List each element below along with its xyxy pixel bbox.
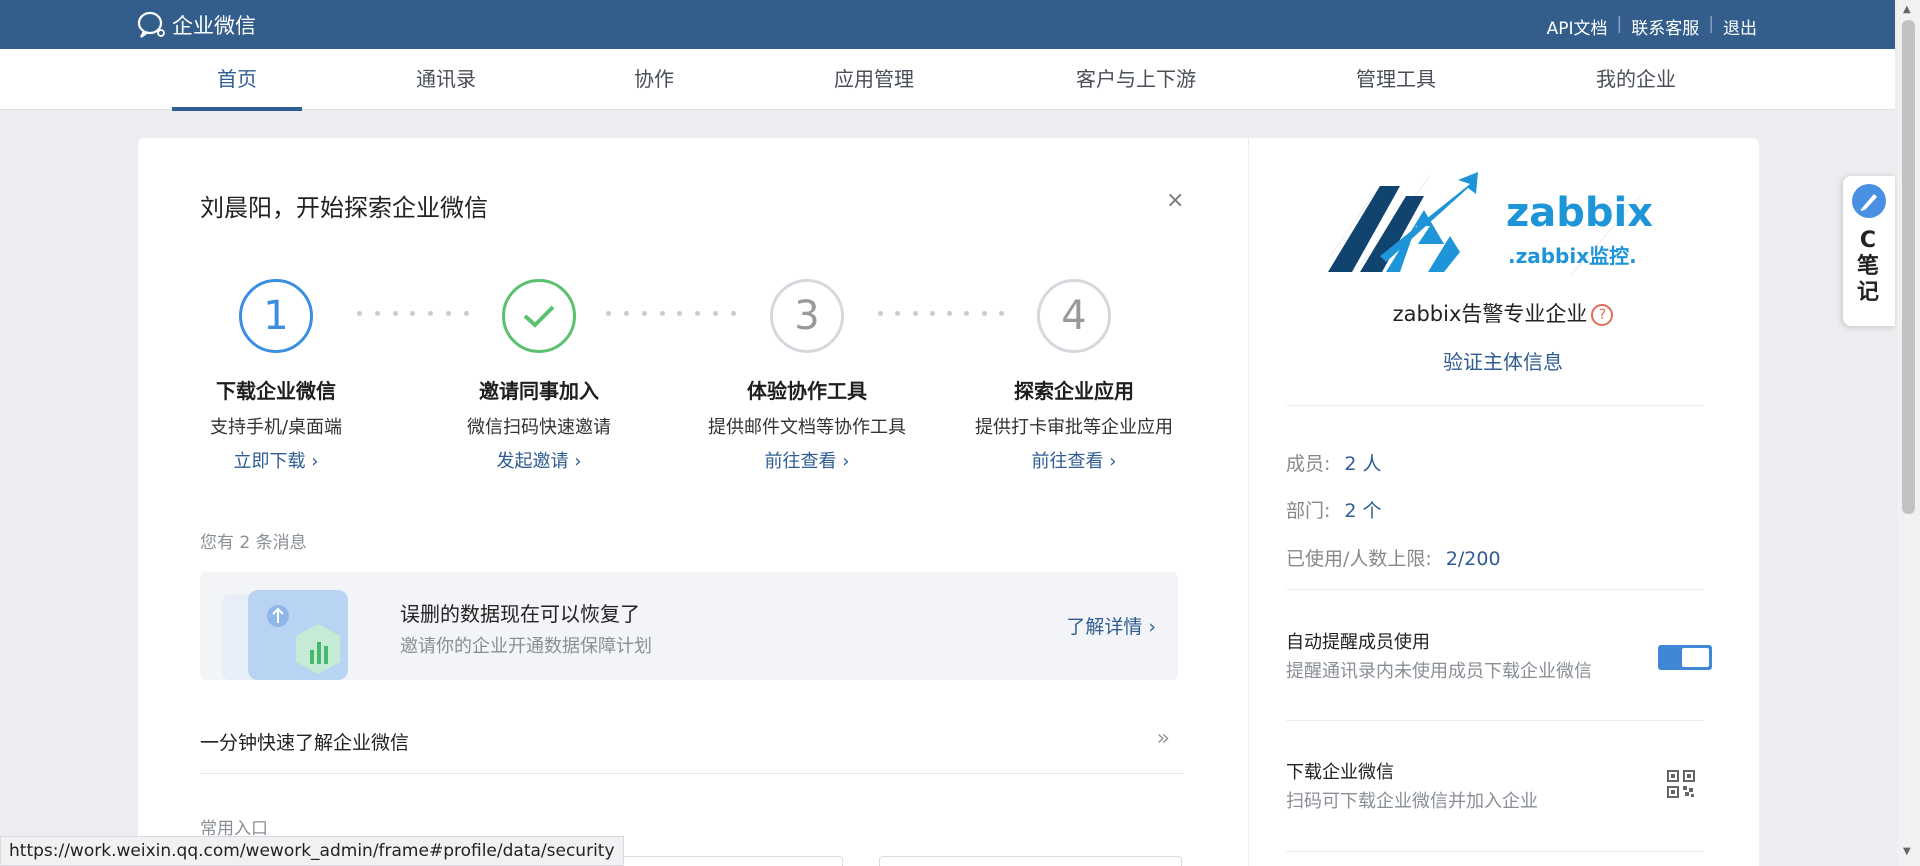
step-download: 1 下载企业微信 支持手机/桌面端 立即下载 › [156, 279, 396, 473]
api-docs-link[interactable]: API文档 [1547, 14, 1608, 39]
department-count: 部门: 2 个 [1286, 496, 1382, 523]
scroll-up-arrow-icon[interactable]: ▲ [1903, 4, 1911, 15]
top-links: API文档 | 联系客服 | 退出 [1547, 14, 1757, 39]
step-invite: 邀请同事加入 微信扫码快速邀请 发起邀请 › [419, 279, 659, 473]
step-4-circle: 4 [1037, 279, 1111, 353]
logout-link[interactable]: 退出 [1723, 14, 1757, 39]
step-title: 探索企业应用 [1014, 379, 1134, 403]
scroll-down-arrow-icon[interactable]: ▼ [1903, 846, 1911, 857]
wework-logo[interactable]: 企业微信 [136, 10, 256, 40]
step-explore-apps: 4 探索企业应用 提供打卡审批等企业应用 前往查看 › [954, 279, 1194, 473]
usage-limit: 已使用/人数上限: 2/200 [1286, 544, 1501, 571]
logo-text: 企业微信 [172, 14, 256, 38]
page-scrollbar[interactable]: ▲ ▼ [1897, 0, 1920, 866]
learn-more-link[interactable]: 了解详情 › [1066, 612, 1156, 639]
step-3-circle: 3 [770, 279, 844, 353]
banner-subtitle: 邀请你的企业开通数据保障计划 [400, 636, 652, 657]
tab-collaboration[interactable]: 协作 [604, 49, 704, 110]
tab-home[interactable]: 首页 [172, 49, 302, 111]
panel-divider [1248, 138, 1249, 866]
step-desc: 微信扫码快速邀请 [467, 417, 611, 438]
data-recovery-banner[interactable]: 误删的数据现在可以恢复了 邀请你的企业开通数据保障计划 了解详情 › [200, 572, 1178, 680]
step-link-label: 前往查看 [1031, 451, 1104, 472]
toggle-knob [1682, 648, 1709, 667]
banner-title: 误删的数据现在可以恢复了 [400, 602, 640, 626]
logo-brand: zabbix [1506, 190, 1654, 236]
auto-remind-toggle[interactable] [1658, 645, 1712, 670]
link-separator: | [1708, 14, 1714, 34]
chevron-right-icon: › [842, 451, 850, 472]
qr-code-icon[interactable] [1667, 770, 1695, 798]
intro-video-row[interactable]: 一分钟快速了解企业微信 » [200, 712, 1184, 774]
chat-bubble-icon [137, 11, 165, 38]
notes-icon [1852, 184, 1886, 218]
message-count: 您有 2 条消息 [200, 533, 307, 553]
step-collab-tools: 3 体验协作工具 提供邮件文档等协作工具 前往查看 › [687, 279, 927, 473]
c-notes-widget[interactable]: C笔记 [1843, 176, 1895, 326]
browser-status-bar: https://work.weixin.qq.com/wework_admin/… [0, 836, 624, 866]
download-now-link[interactable]: 立即下载 › [156, 447, 396, 473]
feather-pen-icon [1860, 194, 1877, 211]
tab-my-enterprise[interactable]: 我的企业 [1576, 49, 1696, 110]
stat-label: 成员: [1286, 453, 1331, 475]
divider [1286, 720, 1704, 721]
stat-label: 已使用/人数上限: [1286, 548, 1432, 570]
close-icon[interactable]: × [1166, 188, 1184, 213]
help-icon[interactable]: ? [1591, 304, 1614, 326]
view-collab-link[interactable]: 前往查看 › [687, 447, 927, 473]
step-desc: 提供邮件文档等协作工具 [708, 417, 906, 438]
step-2-circle [502, 279, 576, 353]
view-apps-link[interactable]: 前往查看 › [954, 447, 1194, 473]
stat-value[interactable]: 2 人 [1344, 453, 1381, 475]
scrollbar-thumb[interactable] [1902, 20, 1915, 514]
tab-customers[interactable]: 客户与上下游 [1058, 49, 1214, 110]
step-title: 下载企业微信 [216, 379, 336, 403]
step-link-label: 立即下载 [233, 451, 306, 472]
checkmark-icon [523, 305, 555, 328]
member-count: 成员: 2 人 [1286, 449, 1382, 476]
double-chevron-right-icon: » [1156, 726, 1170, 751]
download-subtitle: 扫码可下载企业微信并加入企业 [1286, 791, 1538, 812]
download-title: 下载企业微信 [1286, 762, 1394, 783]
intro-text: 一分钟快速了解企业微信 [200, 732, 410, 754]
step-desc: 提供打卡审批等企业应用 [975, 417, 1173, 438]
main-nav: 首页 通讯录 协作 应用管理 客户与上下游 管理工具 我的企业 [0, 49, 1895, 111]
send-invite-link[interactable]: 发起邀请 › [419, 447, 659, 473]
company-name: zabbix告警专业企业? [1248, 298, 1758, 328]
auto-remind-subtitle: 提醒通讯录内未使用成员下载企业微信 [1286, 661, 1592, 682]
divider [1286, 851, 1704, 852]
tab-contacts[interactable]: 通讯录 [386, 49, 506, 110]
step-desc: 支持手机/桌面端 [209, 417, 343, 438]
c-notes-label: C笔记 [1857, 228, 1880, 305]
link-separator: | [1616, 14, 1623, 34]
top-bar: 企业微信 API文档 | 联系客服 | 退出 [0, 0, 1895, 49]
step-link-label: 发起邀请 [496, 451, 569, 472]
verify-entity-link[interactable]: 验证主体信息 [1248, 346, 1758, 375]
tab-app-management[interactable]: 应用管理 [814, 49, 934, 110]
company-name-text: zabbix告警专业企业 [1392, 302, 1588, 326]
chevron-right-icon: › [574, 451, 582, 472]
welcome-title: 刘晨阳，开始探索企业微信 [200, 194, 488, 222]
tab-management-tools[interactable]: 管理工具 [1336, 49, 1456, 110]
step-title: 体验协作工具 [747, 379, 867, 403]
learn-more-label: 了解详情 [1066, 616, 1143, 638]
divider [1286, 405, 1704, 406]
chevron-right-icon: › [1148, 616, 1156, 638]
stat-label: 部门: [1286, 500, 1331, 522]
chevron-right-icon: › [311, 451, 319, 472]
step-link-label: 前往查看 [764, 451, 837, 472]
stat-value[interactable]: 2 个 [1344, 500, 1381, 522]
chevron-right-icon: › [1109, 451, 1117, 472]
stat-value: 2/200 [1445, 548, 1501, 570]
entry-card[interactable] [879, 856, 1182, 866]
divider [1286, 589, 1704, 590]
auto-remind-title: 自动提醒成员使用 [1286, 632, 1430, 653]
step-1-circle: 1 [239, 279, 313, 353]
contact-support-link[interactable]: 联系客服 [1631, 14, 1699, 39]
logo-subtitle: .zabbix监控. [1508, 244, 1637, 268]
entry-card[interactable] [600, 856, 843, 866]
data-backup-illustration-icon [222, 590, 348, 680]
step-title: 邀请同事加入 [479, 379, 599, 403]
